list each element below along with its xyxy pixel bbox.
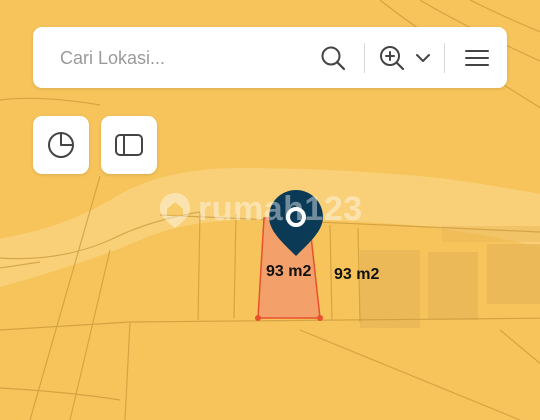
adjacent-parcel-label: 93 m2 <box>334 266 380 283</box>
building <box>428 252 478 320</box>
watermark: rumah123 <box>158 190 363 229</box>
toolbar-divider <box>364 43 365 73</box>
parcel-vertex <box>317 315 323 321</box>
chevron-down-icon[interactable] <box>412 27 434 88</box>
search-icon[interactable] <box>311 27 355 88</box>
parcel-vertex <box>255 315 261 321</box>
pie-chart-icon <box>48 132 74 158</box>
watermark-text: rumah123 <box>198 190 363 228</box>
search-input[interactable] <box>60 45 300 71</box>
sidebar-toggle-button[interactable] <box>101 116 157 174</box>
zoom-in-icon[interactable] <box>374 27 410 88</box>
building <box>360 250 420 328</box>
search-bar <box>33 27 507 88</box>
stats-button[interactable] <box>33 116 89 174</box>
hamburger-menu-icon[interactable] <box>457 27 497 88</box>
sidebar-toggle-icon <box>115 134 143 156</box>
selected-parcel-label: 93 m2 <box>266 263 312 280</box>
building <box>487 244 540 304</box>
house-pin-icon <box>160 192 190 228</box>
toolbar-divider <box>444 43 445 73</box>
